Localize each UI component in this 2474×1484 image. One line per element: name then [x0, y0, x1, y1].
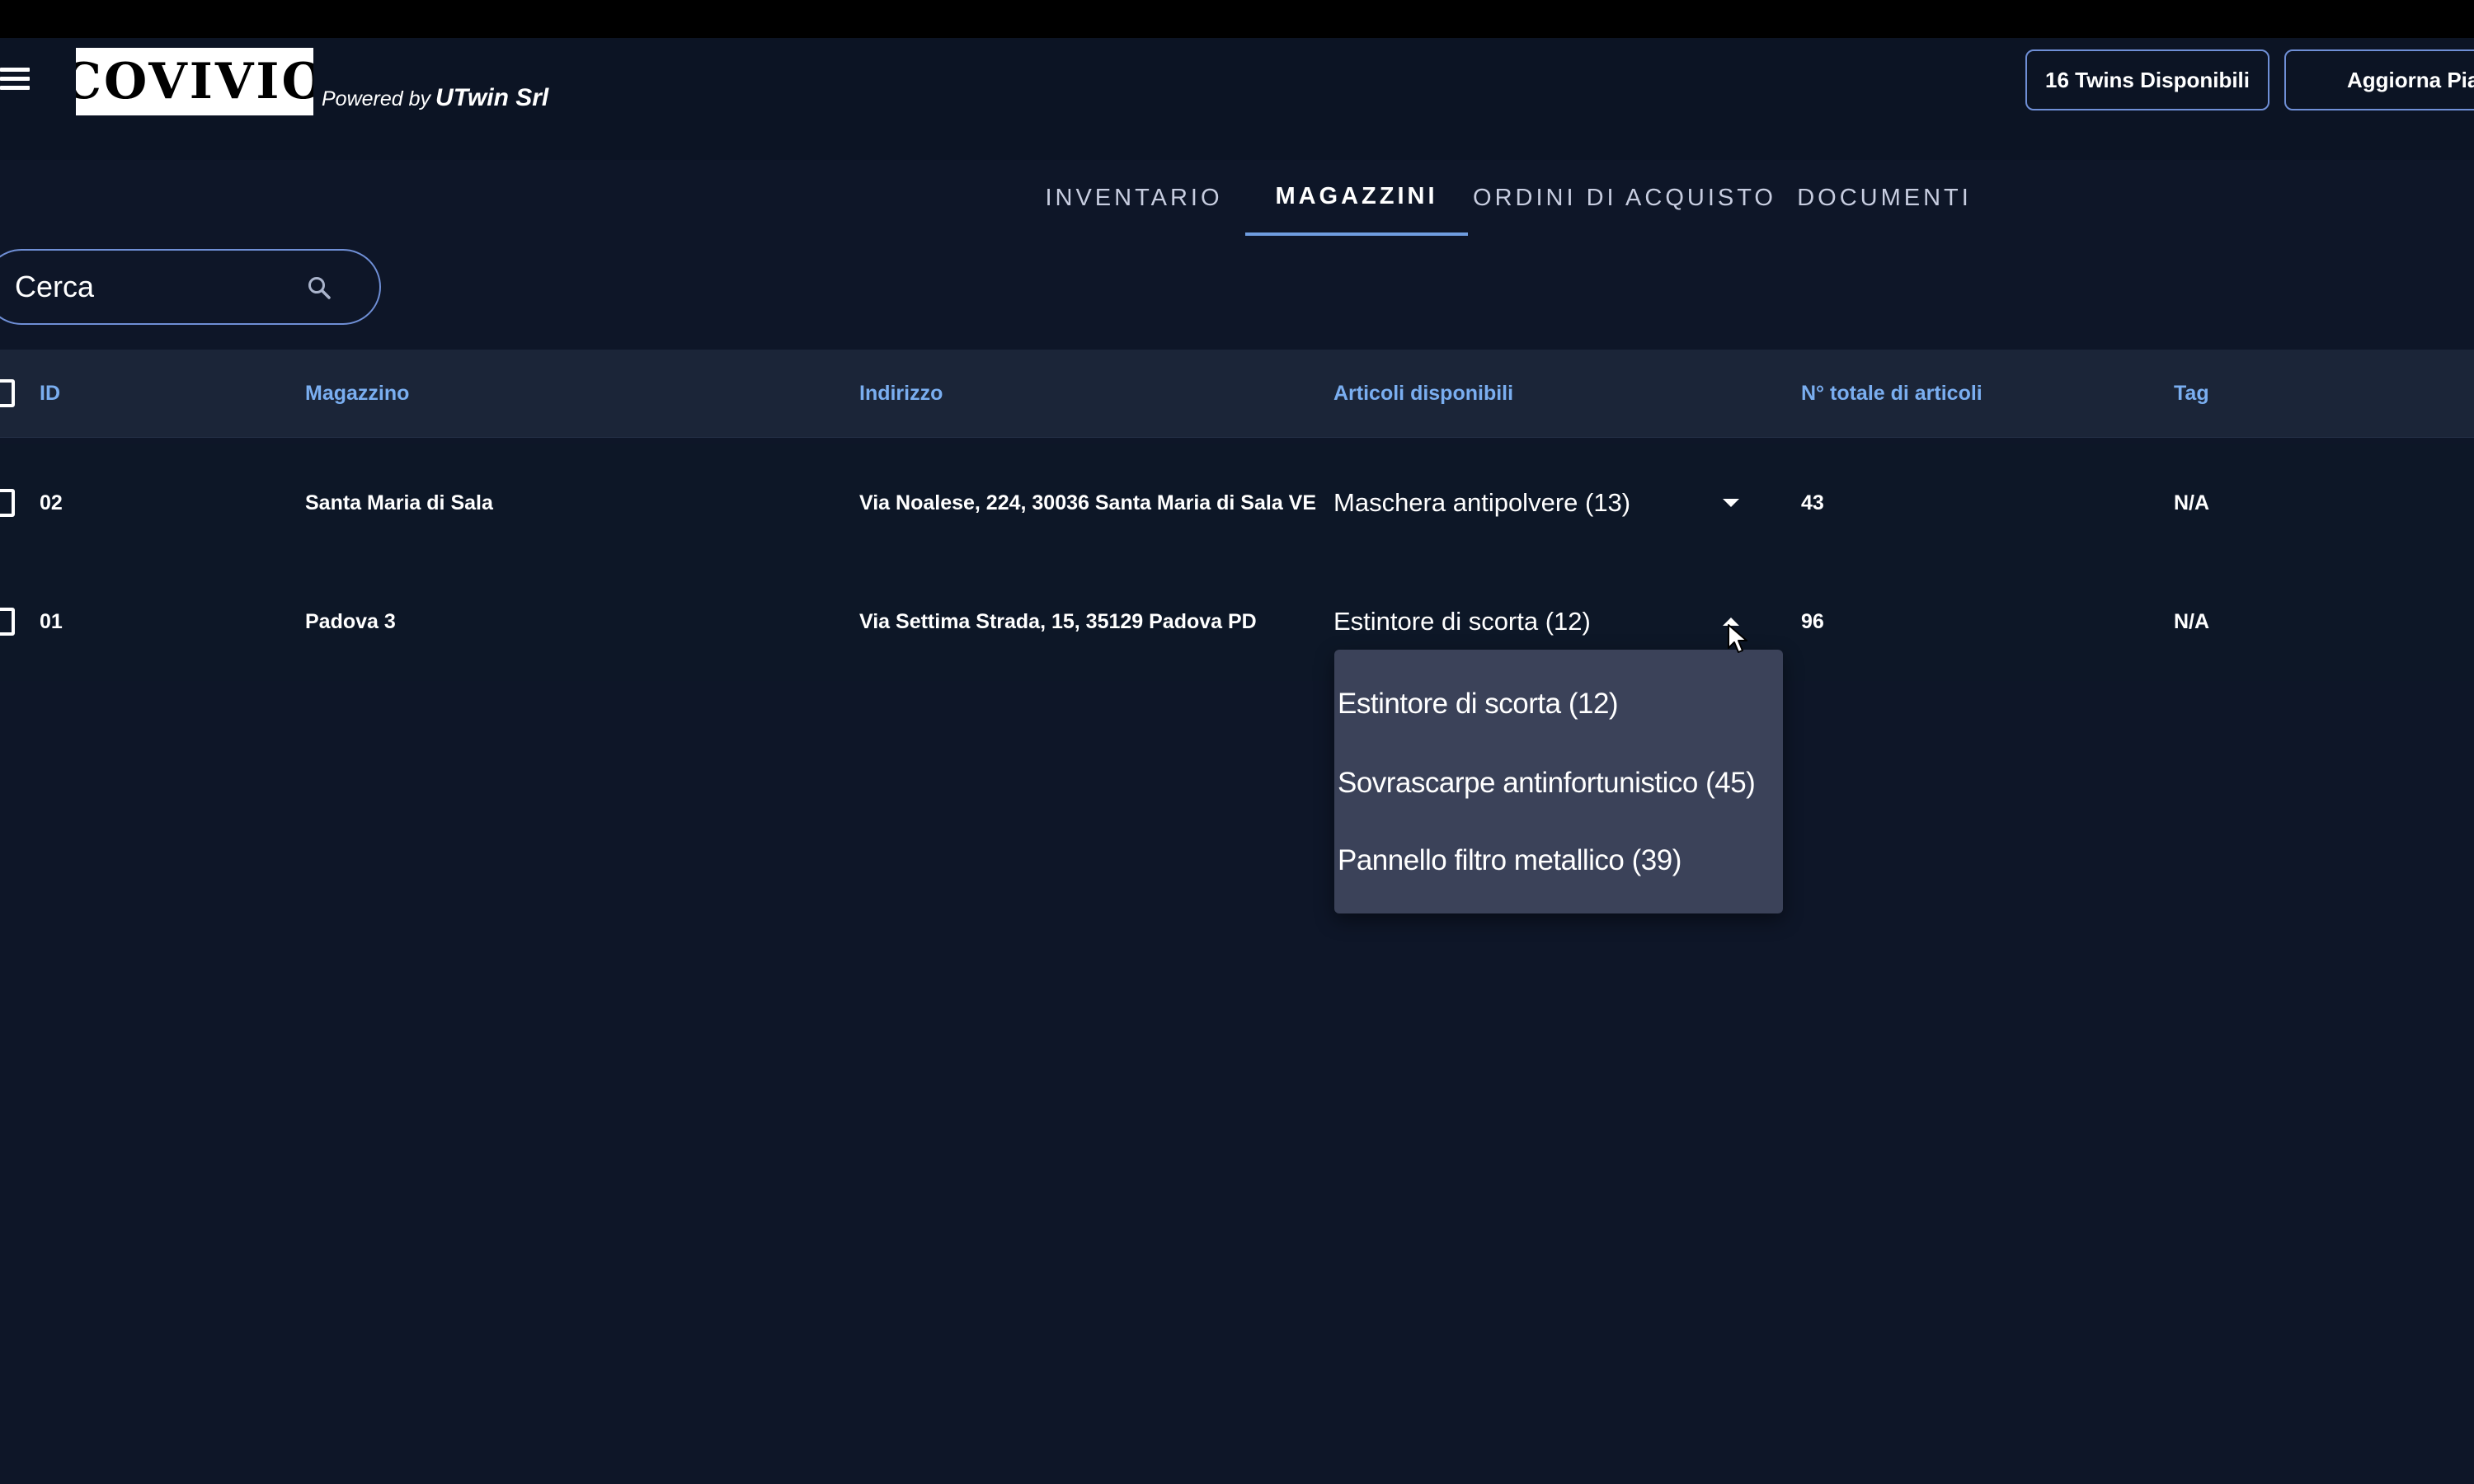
column-header-indirizzo[interactable]: Indirizzo — [859, 350, 943, 437]
dropdown-option[interactable]: Estintore di scorta (12) — [1338, 679, 1619, 729]
tab-inventario[interactable]: INVENTARIO — [1023, 160, 1245, 236]
hamburger-menu-icon[interactable] — [0, 68, 33, 96]
select-all-checkbox[interactable] — [0, 379, 15, 407]
twins-available-button[interactable]: 16 Twins Disponibili — [2025, 49, 2269, 110]
covivio-logo: COVIVIO — [76, 48, 313, 115]
column-header-magazzino[interactable]: Magazzino — [305, 350, 409, 437]
update-plan-button[interactable]: Aggiorna Pia — [2284, 49, 2474, 110]
powered-by-name: UTwin Srl — [435, 84, 549, 111]
caret-down-icon[interactable] — [1720, 495, 1742, 511]
table-row[interactable]: 01 Padova 3 Via Settima Strada, 15, 3512… — [0, 562, 2474, 681]
top-black-strip — [0, 0, 2474, 38]
dropdown-option[interactable]: Pannello filtro metallico (39) — [1338, 836, 1681, 885]
cell-tag: N/A — [2174, 609, 2210, 633]
tab-magazzini[interactable]: MAGAZZINI — [1245, 160, 1468, 236]
cell-magazzino: Padova 3 — [305, 609, 396, 633]
row-checkbox[interactable] — [0, 489, 15, 517]
column-header-tag[interactable]: Tag — [2174, 350, 2209, 437]
cell-id: 02 — [40, 491, 63, 514]
cell-totale: 43 — [1801, 491, 1824, 514]
main-tabs: INVENTARIO MAGAZZINI ORDINI DI ACQUISTO … — [1023, 160, 1987, 236]
cell-totale: 96 — [1801, 609, 1824, 633]
search-input[interactable] — [15, 262, 287, 312]
row-checkbox[interactable] — [0, 608, 15, 636]
table-row[interactable]: 02 Santa Maria di Sala Via Noalese, 224,… — [0, 444, 2474, 562]
tab-documenti[interactable]: DOCUMENTI — [1781, 160, 1987, 236]
mouse-pointer-icon — [1728, 624, 1747, 653]
powered-by-prefix: Powered by — [322, 87, 431, 110]
table-header: ID Magazzino Indirizzo Articoli disponib… — [0, 350, 2474, 438]
cell-articoli-select[interactable]: Maschera antipolvere (13) — [1333, 444, 1630, 562]
cell-indirizzo: Via Noalese, 224, 30036 Santa Maria di S… — [859, 491, 1317, 514]
dropdown-option[interactable]: Sovrascarpe antinfortunistico (45) — [1338, 758, 1756, 808]
cell-tag: N/A — [2174, 491, 2210, 514]
cell-id: 01 — [40, 609, 63, 633]
cell-magazzino: Santa Maria di Sala — [305, 491, 493, 514]
powered-by: Powered by UTwin Srl — [322, 84, 548, 117]
search-box — [0, 249, 381, 325]
column-header-id[interactable]: ID — [40, 350, 60, 437]
column-header-totale[interactable]: N° totale di articoli — [1801, 350, 1982, 437]
logo-text: COVIVIO — [76, 53, 313, 110]
articoli-dropdown-menu: Estintore di scorta (12) Sovrascarpe ant… — [1334, 650, 1783, 913]
column-header-articoli[interactable]: Articoli disponibili — [1333, 350, 1513, 437]
tab-ordini-di-acquisto[interactable]: ORDINI DI ACQUISTO — [1468, 160, 1781, 236]
search-icon[interactable] — [307, 275, 332, 300]
cell-indirizzo: Via Settima Strada, 15, 35129 Padova PD — [859, 609, 1257, 633]
